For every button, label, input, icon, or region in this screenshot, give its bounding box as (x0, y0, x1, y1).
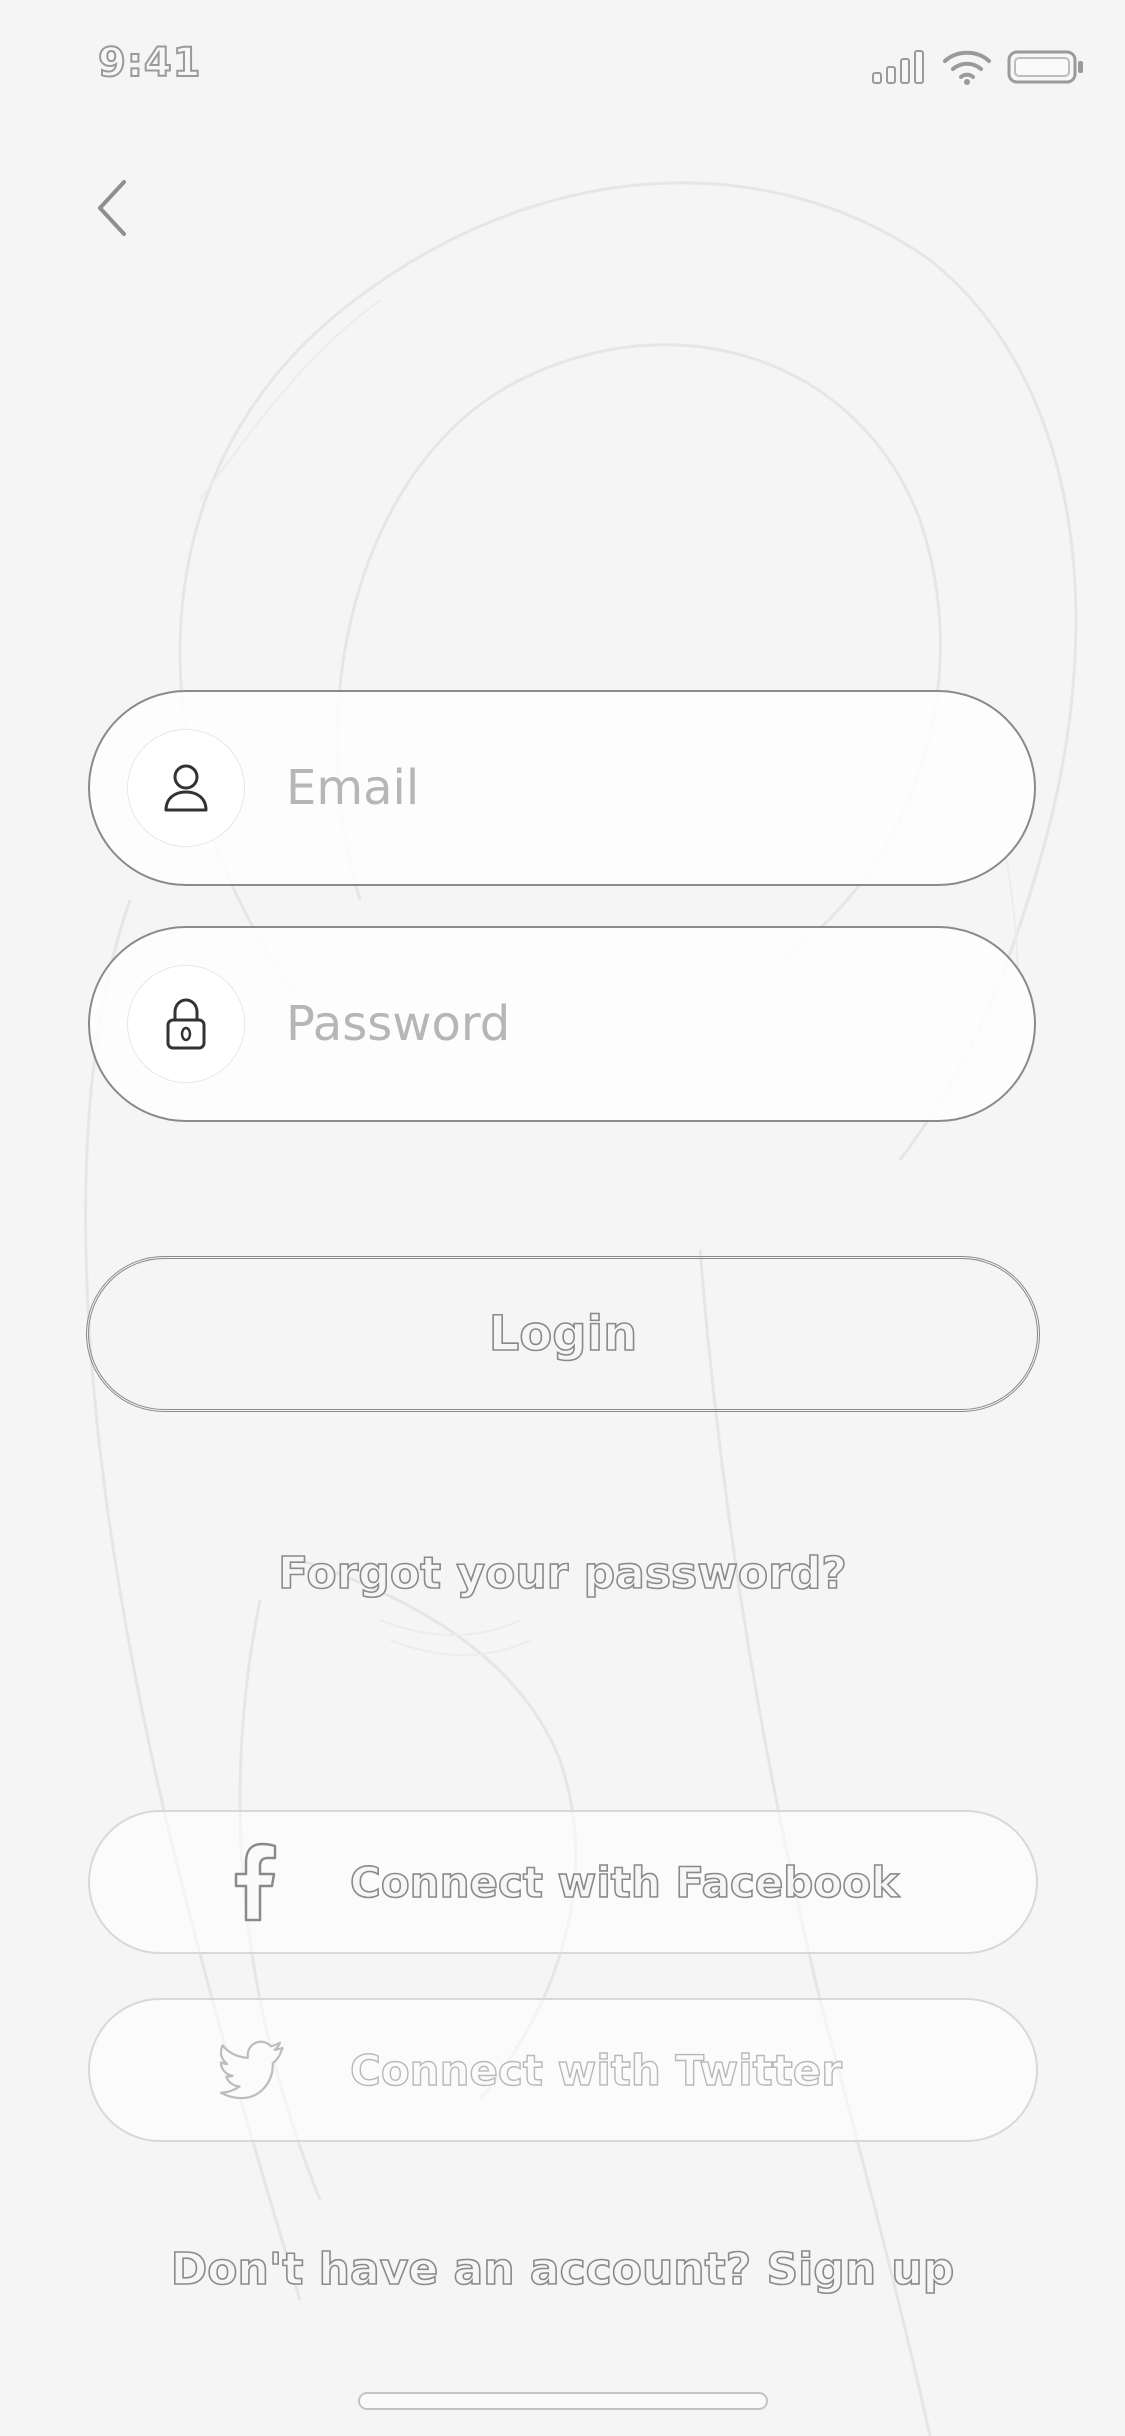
email-field[interactable] (88, 690, 1036, 886)
facebook-button-label: Connect with Facebook (349, 1857, 900, 1908)
password-field[interactable] (88, 926, 1036, 1122)
chevron-left-icon (98, 180, 126, 236)
password-icon-container (128, 966, 244, 1082)
home-indicator (358, 2392, 768, 2410)
back-button[interactable] (82, 172, 142, 244)
connect-twitter-button[interactable]: Connect with Twitter (88, 1998, 1038, 2142)
email-input[interactable] (284, 759, 968, 817)
twitter-icon (220, 2030, 290, 2110)
facebook-icon (220, 1842, 290, 1922)
wifi-icon (943, 50, 991, 85)
signup-link[interactable]: Don't have an account? Sign up (0, 2243, 1125, 2296)
connect-facebook-button[interactable]: Connect with Facebook (88, 1810, 1038, 1954)
forgot-password-link[interactable]: Forgot your password? (0, 1547, 1125, 1600)
battery-icon (1007, 50, 1083, 84)
login-button[interactable]: Login (86, 1256, 1040, 1412)
lock-icon (166, 998, 206, 1050)
login-button-label: Login (488, 1305, 638, 1363)
password-input[interactable] (284, 995, 968, 1053)
twitter-button-label: Connect with Twitter (349, 2045, 842, 2095)
signal-icon (872, 50, 924, 84)
status-time: 9:41 (97, 39, 202, 87)
email-icon-container (128, 730, 244, 846)
user-icon (164, 764, 208, 812)
status-icons (871, 48, 1085, 86)
